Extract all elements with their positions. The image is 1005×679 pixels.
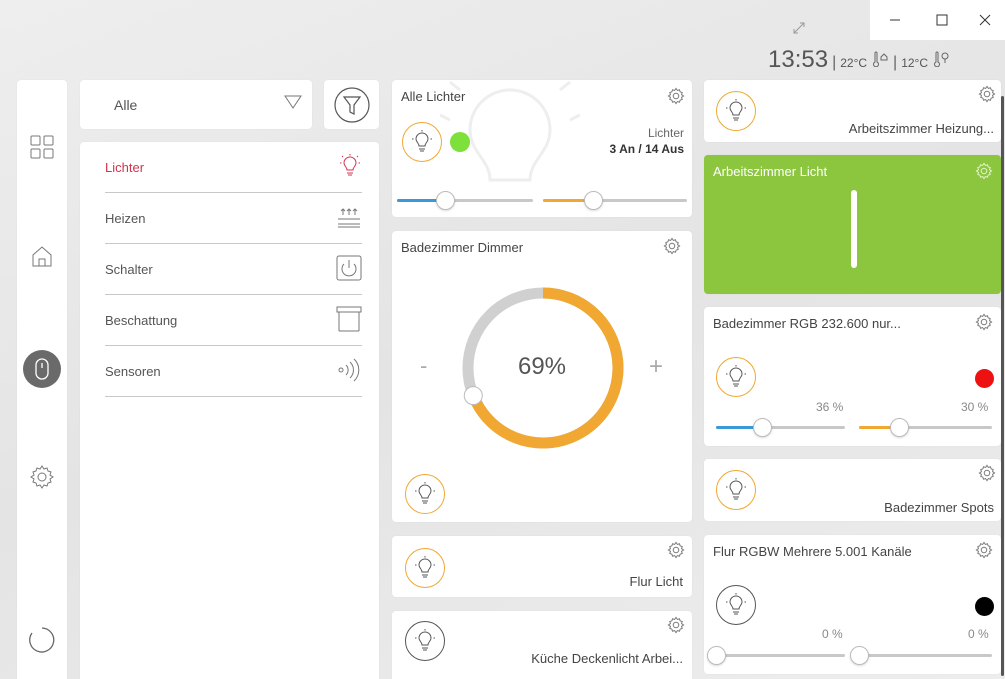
filter-selected-value: Alle [114, 97, 138, 113]
category-label: Beschattung [105, 312, 178, 328]
tile-badezimmer-spots[interactable]: Badezimmer Spots [704, 459, 1001, 521]
filter-icon [333, 86, 370, 123]
tile-title: Badezimmer Dimmer [401, 240, 524, 255]
home-icon[interactable] [17, 244, 67, 268]
dashboard-icon[interactable] [17, 135, 67, 159]
bulb-icon[interactable] [405, 621, 445, 661]
white-percent: 0 % [968, 627, 989, 641]
toggle-bar[interactable] [851, 190, 857, 268]
refresh-icon[interactable] [17, 625, 67, 655]
maximize-icon[interactable] [920, 0, 964, 40]
gear-icon[interactable] [975, 541, 993, 559]
blind-icon [336, 306, 362, 335]
tile-title: Arbeitszimmer Heizung... [848, 121, 994, 136]
power-switch-icon [336, 255, 362, 284]
filter-button[interactable] [324, 80, 379, 129]
category-label: Lichter [105, 159, 145, 175]
brightness-percent: 36 % [816, 400, 844, 414]
tile-title: Badezimmer RGB 232.600 nur... [713, 316, 901, 331]
brightness-slider[interactable] [397, 191, 533, 210]
minimize-icon[interactable] [873, 0, 917, 40]
tile-badezimmer-dimmer[interactable]: Badezimmer Dimmer - + 69% [392, 231, 692, 522]
inside-temperature: 22°C [840, 56, 868, 70]
tile-flur-rgbw[interactable]: Flur RGBW Mehrere 5.001 Kanäle 0 % 0 % [704, 535, 1001, 674]
chevron-down-icon [284, 95, 302, 114]
tile-alle-lichter[interactable]: Alle Lichter Lichter 3 An / 14 Aus [392, 80, 692, 217]
separator: | [893, 54, 898, 71]
gear-icon[interactable] [667, 87, 685, 105]
tile-title: Badezimmer Spots [884, 500, 994, 515]
slider-knob[interactable] [436, 191, 455, 210]
gear-icon[interactable] [978, 464, 996, 482]
tile-badezimmer-rgb[interactable]: Badezimmer RGB 232.600 nur... 36 % 30 % [704, 307, 1001, 446]
dial-knob[interactable] [463, 386, 483, 406]
tile-title: Arbeitszimmer Licht [713, 164, 828, 179]
gear-icon[interactable] [667, 616, 685, 634]
expand-icon[interactable] [791, 20, 807, 41]
color-swatch[interactable] [975, 369, 994, 388]
bulb-icon [338, 153, 362, 181]
brightness-slider[interactable] [707, 646, 845, 665]
tile-title: Flur RGBW Mehrere 5.001 Kanäle [713, 544, 912, 559]
sensor-icon [336, 357, 362, 386]
category-list: Lichter Heizen Schalter Beschattung Sens… [80, 142, 379, 679]
status-indicator [450, 132, 470, 152]
slider-knob[interactable] [850, 646, 869, 665]
thermometer-tree-icon [932, 51, 950, 72]
settings-icon[interactable] [17, 464, 67, 490]
tile-title: Alle Lichter [401, 89, 466, 104]
category-heizen[interactable]: Heizen [105, 193, 362, 244]
color-temperature-slider[interactable] [859, 418, 992, 437]
brightness-slider[interactable] [716, 418, 845, 437]
bulb-icon[interactable] [402, 122, 442, 162]
separator: | [832, 54, 837, 71]
gear-icon[interactable] [667, 541, 685, 559]
bulb-icon[interactable] [405, 474, 445, 514]
outside-temperature: 12°C [901, 56, 928, 70]
tile-title: Küche Deckenlicht Arbei... [531, 651, 683, 666]
category-label: Heizen [105, 210, 146, 226]
slider-knob[interactable] [753, 418, 772, 437]
temperature-percent: 30 % [961, 400, 989, 414]
slider-knob[interactable] [707, 646, 726, 665]
scrollbar[interactable] [1001, 96, 1004, 676]
brightness-percent: 0 % [822, 627, 843, 641]
lights-status: 3 An / 14 Aus [609, 142, 684, 156]
slider-knob[interactable] [584, 191, 603, 210]
header-status: 13:53 | 22°C | 12°C [768, 46, 950, 76]
switch-icon[interactable] [17, 350, 67, 388]
white-slider[interactable] [850, 646, 992, 665]
tile-kueche-deckenlicht[interactable]: Küche Deckenlicht Arbei... [392, 611, 692, 679]
window-controls [870, 0, 1005, 40]
filter-dropdown[interactable]: Alle [80, 80, 312, 129]
thermometer-house-icon [871, 51, 889, 72]
slider-knob[interactable] [890, 418, 909, 437]
bulb-icon[interactable] [716, 585, 756, 625]
category-label: Sensoren [105, 363, 161, 379]
tile-title: Flur Licht [629, 574, 683, 589]
heating-icon [336, 205, 362, 232]
bulb-icon[interactable] [716, 470, 756, 510]
dimmer-value: 69% [517, 353, 567, 380]
bulb-icon[interactable] [716, 357, 756, 397]
close-icon[interactable] [963, 0, 1005, 40]
bulb-icon[interactable] [716, 91, 756, 131]
bulb-icon[interactable] [405, 548, 445, 588]
color-temperature-slider[interactable] [543, 191, 687, 210]
gear-icon[interactable] [663, 237, 681, 255]
lights-label: Lichter [647, 126, 684, 140]
tile-arbeitszimmer-heizung[interactable]: Arbeitszimmer Heizung... [704, 80, 1001, 142]
category-schalter[interactable]: Schalter [105, 244, 362, 295]
gear-icon[interactable] [978, 85, 996, 103]
tile-arbeitszimmer-licht[interactable]: Arbeitszimmer Licht [704, 155, 1001, 294]
category-sensoren[interactable]: Sensoren [105, 346, 362, 397]
tile-flur-licht[interactable]: Flur Licht [392, 536, 692, 597]
gear-icon[interactable] [975, 313, 993, 331]
color-swatch[interactable] [975, 597, 994, 616]
category-lichter[interactable]: Lichter [105, 142, 362, 193]
clock: 13:53 [768, 46, 829, 73]
gear-icon[interactable] [975, 162, 993, 180]
category-label: Schalter [105, 261, 153, 277]
category-beschattung[interactable]: Beschattung [105, 295, 362, 346]
